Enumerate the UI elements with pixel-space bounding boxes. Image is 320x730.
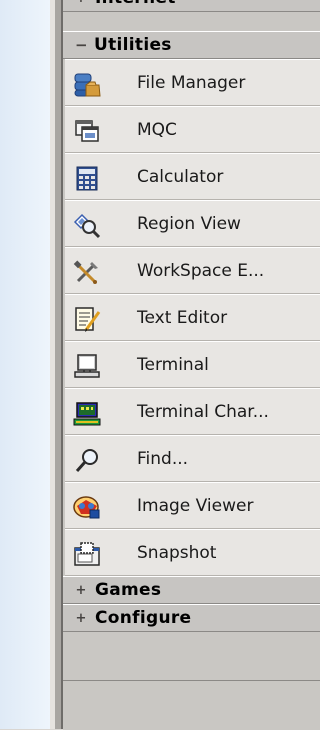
- menu-item-terminal-char[interactable]: Terminal Char...: [65, 388, 320, 435]
- text-editor-icon: [75, 307, 101, 332]
- mqc-icon: [75, 120, 99, 142]
- menu-item-text-editor[interactable]: Text Editor: [65, 294, 320, 341]
- menu-item-region-view[interactable]: Region View: [65, 200, 320, 247]
- menu-item-calculator[interactable]: Calculator: [65, 153, 320, 200]
- menu-item-file-manager[interactable]: File Manager: [65, 59, 320, 106]
- menu-item-label: Region View: [137, 214, 241, 234]
- section-header-games[interactable]: + Games: [63, 576, 320, 604]
- expand-sign: +: [75, 0, 87, 5]
- section-header-configure[interactable]: + Configure: [63, 604, 320, 632]
- terminal-char-icon: [73, 402, 101, 426]
- menu-item-label: WorkSpace E...: [137, 261, 265, 281]
- menu-item-label: File Manager: [137, 73, 246, 93]
- menu-item-terminal[interactable]: Terminal: [65, 341, 320, 388]
- menu-item-label: Find...: [137, 449, 189, 469]
- menu-item-label: Terminal: [137, 355, 209, 375]
- region-view-icon: [73, 213, 101, 239]
- menu-item-label: Image Viewer: [137, 496, 254, 516]
- menu-item-mqc[interactable]: MQC: [65, 106, 320, 153]
- expand-sign: +: [75, 610, 87, 626]
- launcher-menu-panel: + Internet − Utilities File Manager MQC: [61, 0, 320, 730]
- menu-item-snapshot[interactable]: Snapshot: [65, 529, 320, 576]
- section-header-internet[interactable]: + Internet: [63, 0, 320, 12]
- menu-item-label: Snapshot: [137, 543, 217, 563]
- section-header-utilities[interactable]: − Utilities: [63, 31, 320, 59]
- menu-item-label: Calculator: [137, 167, 224, 187]
- menu-item-image-viewer[interactable]: Image Viewer: [65, 482, 320, 529]
- snapshot-icon: [74, 542, 100, 566]
- section-label: Internet: [95, 0, 176, 8]
- menu-item-find[interactable]: Find...: [65, 435, 320, 482]
- workspace-tools-icon: [73, 260, 98, 284]
- terminal-icon: [74, 354, 100, 378]
- menu-item-label: Text Editor: [137, 308, 228, 328]
- panel-empty-area: [63, 680, 320, 730]
- menu-item-label: Terminal Char...: [137, 402, 269, 422]
- section-label: Utilities: [94, 35, 172, 55]
- collapse-sign: −: [75, 35, 88, 54]
- file-manager-icon: [74, 73, 101, 97]
- menu-item-workspace-editor[interactable]: WorkSpace E...: [65, 247, 320, 294]
- calculator-icon: [76, 166, 98, 191]
- section-label: Configure: [95, 608, 192, 628]
- menu-item-label: MQC: [137, 120, 177, 140]
- desktop-left-strip: [0, 0, 50, 729]
- image-viewer-icon: [73, 496, 100, 519]
- section-label: Games: [95, 580, 162, 600]
- expand-sign: +: [75, 582, 87, 598]
- find-icon: [75, 449, 98, 472]
